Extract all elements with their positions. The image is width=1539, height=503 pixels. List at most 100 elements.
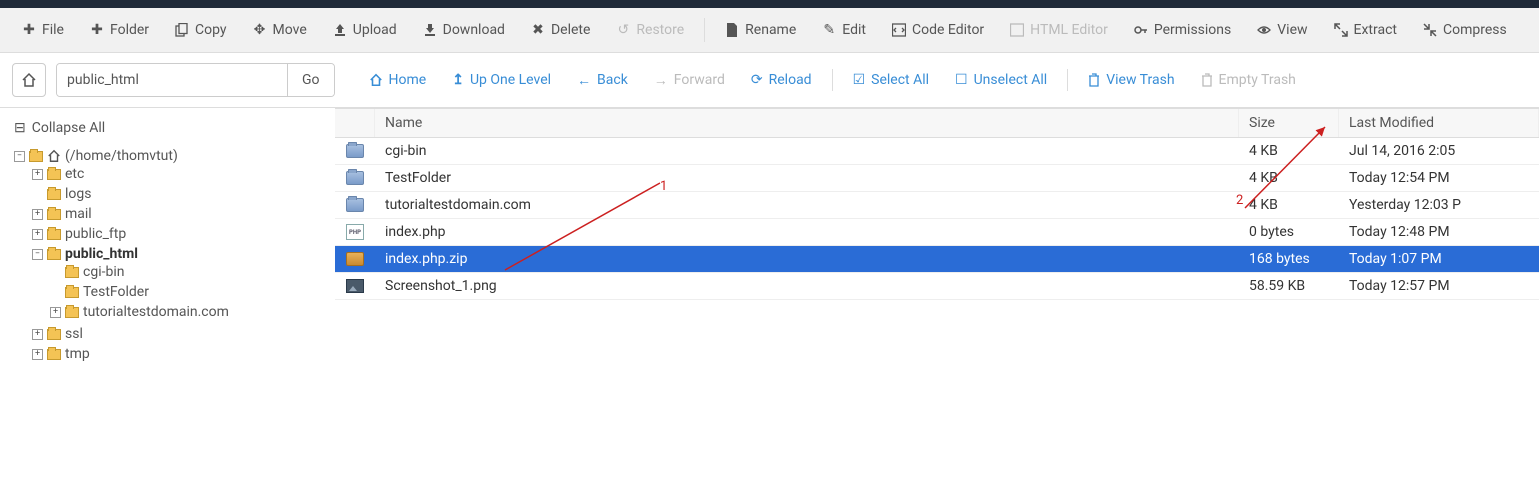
- file-date: Yesterday 12:03 P: [1339, 192, 1539, 218]
- forward-icon: →: [654, 72, 668, 89]
- expand-toggle-icon[interactable]: +: [32, 229, 43, 240]
- file-row[interactable]: cgi-bin4 KBJul 14, 2016 2:05: [335, 138, 1539, 165]
- file-list-pane: Name Size Last Modified cgi-bin4 KBJul 1…: [335, 108, 1539, 376]
- folder-icon: [47, 229, 61, 240]
- collapse-icon: ⊟: [14, 120, 26, 136]
- code-icon: [892, 23, 906, 37]
- collapse-all-button[interactable]: ⊟Collapse All: [14, 118, 321, 146]
- folder-icon: [47, 189, 61, 200]
- file-size: 58.59 KB: [1239, 273, 1339, 299]
- download-button[interactable]: Download: [411, 14, 517, 46]
- file-row[interactable]: PHPindex.php0 bytesToday 12:48 PM: [335, 219, 1539, 246]
- file-row[interactable]: Screenshot_1.png58.59 KBToday 12:57 PM: [335, 273, 1539, 300]
- nav-home[interactable]: Home: [359, 66, 437, 94]
- uncheck-icon: ☐: [955, 72, 968, 88]
- file-row[interactable]: TestFolder4 KBToday 12:54 PM: [335, 165, 1539, 192]
- folder-icon: [346, 198, 364, 212]
- folder-icon: [65, 267, 79, 278]
- file-name: TestFolder: [375, 165, 1239, 191]
- expand-toggle-icon[interactable]: +: [32, 169, 43, 180]
- tree-node-tutorial[interactable]: +tutorialtestdomain.com: [50, 304, 321, 320]
- pencil-icon: ✎: [822, 23, 836, 37]
- nav-up[interactable]: ↥Up One Level: [442, 66, 561, 94]
- go-button[interactable]: Go: [287, 64, 334, 96]
- folder-icon: [65, 287, 79, 298]
- home-icon-button[interactable]: [12, 63, 46, 97]
- path-input[interactable]: [57, 64, 287, 96]
- copy-button[interactable]: Copy: [163, 14, 239, 46]
- tree-node-ssl[interactable]: +ssl: [32, 326, 321, 342]
- home-icon: [21, 72, 37, 88]
- folder-icon: [47, 349, 61, 360]
- view-button[interactable]: View: [1245, 14, 1319, 46]
- file-row[interactable]: tutorialtestdomain.com4 KBYesterday 12:0…: [335, 192, 1539, 219]
- move-button[interactable]: ✥Move: [241, 14, 319, 46]
- expand-toggle-icon[interactable]: +: [50, 307, 61, 318]
- delete-button[interactable]: ✖Delete: [519, 14, 602, 46]
- collapse-toggle-icon[interactable]: −: [32, 249, 43, 260]
- new-file-button[interactable]: ✚File: [10, 14, 76, 46]
- tree-node-tmp[interactable]: +tmp: [32, 346, 321, 362]
- file-date: Today 12:48 PM: [1339, 219, 1539, 245]
- file-size: 168 bytes: [1239, 246, 1339, 272]
- expand-toggle-icon[interactable]: +: [32, 209, 43, 220]
- home-icon: [369, 73, 383, 87]
- file-date: Today 12:57 PM: [1339, 273, 1539, 299]
- tree-node-mail[interactable]: +mail: [32, 206, 321, 222]
- folder-icon: [346, 171, 364, 185]
- folder-tree-sidebar: ⊟Collapse All −(/home/thomvtut) +etc log…: [0, 108, 335, 376]
- folder-icon: [47, 209, 61, 220]
- code-editor-button[interactable]: Code Editor: [880, 14, 996, 46]
- tree-node-etc[interactable]: +etc: [32, 166, 321, 182]
- file-size: 0 bytes: [1239, 219, 1339, 245]
- expand-toggle-icon[interactable]: +: [32, 329, 43, 340]
- file-name: tutorialtestdomain.com: [375, 192, 1239, 218]
- eye-icon: [1257, 23, 1271, 37]
- nav-view-trash[interactable]: View Trash: [1078, 66, 1184, 94]
- column-name[interactable]: Name: [375, 109, 1239, 137]
- file-row[interactable]: index.php.zip168 bytesToday 1:07 PM: [335, 246, 1539, 273]
- trash-icon: [1088, 73, 1100, 87]
- collapse-toggle-icon[interactable]: −: [14, 151, 25, 162]
- permissions-button[interactable]: Permissions: [1122, 14, 1243, 46]
- restore-button: ↺Restore: [604, 14, 696, 46]
- tree-node-testfolder[interactable]: TestFolder: [50, 284, 321, 300]
- upload-button[interactable]: Upload: [321, 14, 409, 46]
- rename-button[interactable]: Rename: [713, 14, 808, 46]
- nav-select-all[interactable]: ☑Select All: [843, 66, 939, 94]
- file-size: 4 KB: [1239, 138, 1339, 164]
- folder-icon: [29, 151, 43, 162]
- tree-node-public-ftp[interactable]: +public_ftp: [32, 226, 321, 242]
- path-input-group: Go: [56, 63, 335, 97]
- edit-button[interactable]: ✎Edit: [810, 14, 878, 46]
- zip-file-icon: [346, 252, 364, 266]
- check-icon: ☑: [853, 72, 866, 88]
- file-size: 4 KB: [1239, 192, 1339, 218]
- expand-icon: [1334, 23, 1348, 37]
- expand-toggle-icon[interactable]: +: [32, 349, 43, 360]
- file-list-header: Name Size Last Modified: [335, 108, 1539, 138]
- file-icon: [725, 23, 739, 37]
- extract-button[interactable]: Extract: [1322, 14, 1409, 46]
- file-size: 4 KB: [1239, 165, 1339, 191]
- plus-icon: ✚: [22, 23, 36, 37]
- file-name: index.php: [375, 219, 1239, 245]
- delete-icon: ✖: [531, 23, 545, 37]
- nav-forward: →Forward: [644, 66, 735, 95]
- navigation-bar: Go Home ↥Up One Level ←Back →Forward ⟳Re…: [0, 53, 1539, 108]
- up-icon: ↥: [452, 72, 464, 88]
- nav-unselect-all[interactable]: ☐Unselect All: [945, 66, 1057, 94]
- compress-button[interactable]: Compress: [1411, 14, 1519, 46]
- nav-reload[interactable]: ⟳Reload: [741, 66, 822, 94]
- tree-node-cgi-bin[interactable]: cgi-bin: [50, 264, 321, 280]
- download-icon: [423, 23, 437, 37]
- column-modified[interactable]: Last Modified: [1339, 109, 1539, 137]
- new-folder-button[interactable]: ✚Folder: [78, 14, 161, 46]
- tree-node-logs[interactable]: logs: [32, 186, 321, 202]
- nav-back[interactable]: ←Back: [567, 66, 638, 95]
- column-size[interactable]: Size: [1239, 109, 1339, 137]
- key-icon: [1134, 23, 1148, 37]
- trash-icon: [1201, 73, 1213, 87]
- tree-root[interactable]: −(/home/thomvtut): [14, 148, 321, 164]
- tree-node-public-html[interactable]: −public_html: [32, 246, 321, 262]
